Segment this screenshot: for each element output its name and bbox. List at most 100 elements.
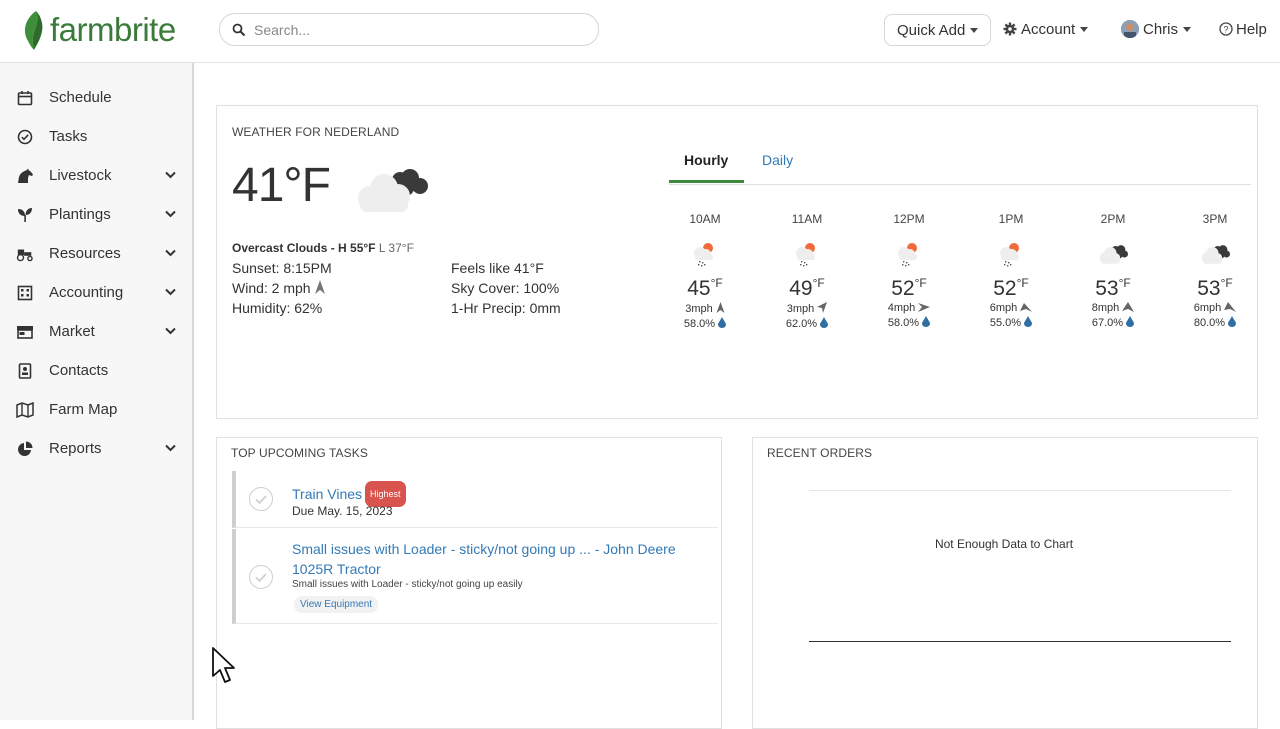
help-link[interactable]: ? Help — [1219, 14, 1267, 44]
sidebar-item-contacts[interactable]: Contacts — [0, 351, 192, 390]
task-title-link[interactable]: Train Vines — [292, 486, 362, 502]
hour-precip-value: 55.0% — [989, 317, 1022, 329]
sidebar-item-schedule[interactable]: Schedule — [0, 78, 192, 117]
quick-add-button[interactable]: Quick Add — [884, 14, 992, 46]
chevron-down-icon — [165, 327, 176, 335]
gear-icon — [1003, 22, 1017, 36]
weather-summary: Overcast Clouds - H 55°F L 37°F — [232, 241, 414, 255]
hourly-forecast-item: 12PM 52°F 4mph 58.0% — [869, 212, 949, 329]
task-complete-checkbox[interactable] — [249, 565, 273, 589]
tab-daily[interactable]: Daily — [762, 152, 793, 168]
overcast-clouds-icon — [358, 169, 428, 212]
overcast-clouds-icon — [1099, 245, 1128, 264]
hour-time: 2PM — [1100, 212, 1126, 226]
hour-wind-value: 3mph — [685, 303, 713, 315]
hour-wind: 6mph — [971, 302, 1051, 314]
hour-temp-unit: °F — [914, 276, 927, 290]
sidebar-item-tasks[interactable]: Tasks — [0, 117, 192, 156]
logo-text: farmbrite — [50, 11, 176, 48]
wind-direction-icon — [1020, 303, 1033, 312]
user-name: Chris — [1143, 20, 1179, 38]
task-complete-checkbox[interactable] — [249, 487, 273, 511]
sidebar-item-farm-map[interactable]: Farm Map — [0, 390, 192, 429]
wind-text: Wind: 2 mph — [232, 280, 326, 296]
sidebar-item-label: Tasks — [49, 128, 88, 145]
wind-direction-icon — [315, 280, 326, 294]
chevron-down-icon — [165, 288, 176, 296]
hour-wind-value: 6mph — [989, 302, 1018, 314]
calendar-icon — [16, 89, 34, 107]
hourly-forecast-item: 1PM 52°F 6mph 55.0% — [971, 212, 1051, 329]
orders-chart-area: Not Enough Data to Chart — [809, 490, 1231, 642]
hour-time: 1PM — [998, 212, 1024, 226]
hour-temp-value: 53 — [1197, 277, 1221, 300]
account-menu[interactable]: Account — [1003, 14, 1089, 44]
hour-temperature: 45°F — [665, 276, 745, 301]
hour-precip: 67.0% — [1073, 316, 1153, 329]
sky-cover-text: Sky Cover: 100% — [451, 280, 560, 296]
hour-precip: 58.0% — [869, 316, 949, 329]
sidebar-item-livestock[interactable]: Livestock — [0, 156, 192, 195]
hour-temp-value: 53 — [1095, 277, 1119, 300]
hour-time: 11AM — [791, 212, 823, 226]
view-equipment-link[interactable]: View Equipment — [294, 596, 379, 613]
hour-temperature: 49°F — [767, 276, 847, 301]
search-box[interactable] — [219, 13, 599, 46]
overcast-clouds-icon — [1201, 245, 1230, 264]
hour-wind: 4mph — [869, 302, 949, 314]
sidebar-item-resources[interactable]: Resources — [0, 234, 192, 273]
wind-direction-icon — [1122, 302, 1135, 312]
caret-down-icon — [970, 27, 979, 33]
hour-temp-value: 45 — [687, 277, 711, 300]
seedling-icon — [16, 206, 34, 224]
hourly-forecast-item: 3PM 53°F 6mph 80.0% — [1175, 212, 1255, 329]
store-icon — [16, 323, 34, 341]
task-item: Train Vines Highest Due May. 15, 2023 — [232, 471, 718, 528]
water-drop-icon — [1228, 316, 1237, 327]
hour-temp-unit: °F — [1016, 276, 1029, 290]
wind-value: Wind: 2 mph — [232, 280, 311, 296]
building-icon — [16, 284, 34, 302]
sidebar-item-plantings[interactable]: Plantings — [0, 195, 192, 234]
question-circle-icon: ? — [1219, 22, 1233, 36]
task-title-link[interactable]: Small issues with Loader - sticky/not go… — [292, 539, 702, 579]
hour-temp-unit: °F — [812, 276, 825, 290]
hour-temp-unit: °F — [1118, 276, 1131, 290]
search-input[interactable] — [252, 20, 576, 39]
sidebar-item-reports[interactable]: Reports — [0, 429, 192, 468]
leaf-logo-icon — [24, 11, 43, 50]
wind-direction-icon — [716, 302, 725, 313]
hour-time: 12PM — [893, 212, 925, 226]
rain-sun-icon — [796, 243, 815, 267]
chevron-down-icon — [165, 249, 176, 257]
water-drop-icon — [922, 316, 931, 327]
hour-wind-value: 3mph — [786, 303, 815, 315]
hour-wind-value: 6mph — [1193, 302, 1222, 314]
rain-sun-icon — [898, 243, 917, 267]
hour-temperature: 52°F — [971, 276, 1051, 301]
svg-text:?: ? — [1223, 25, 1228, 35]
sidebar-item-label: Farm Map — [49, 401, 118, 418]
upcoming-tasks-card: TOP UPCOMING TASKS Train Vines Highest Du… — [216, 437, 722, 729]
farmbrite-logo[interactable]: farmbrite — [22, 8, 176, 52]
recent-orders-card: RECENT ORDERS Not Enough Data to Chart — [752, 437, 1258, 729]
wind-direction-icon — [817, 302, 828, 313]
task-due-date: Due May. 15, 2023 — [292, 504, 393, 518]
chevron-down-icon — [165, 444, 176, 452]
wind-direction-icon — [1224, 302, 1237, 312]
tab-hourly[interactable]: Hourly — [684, 152, 728, 168]
sidebar-item-label: Contacts — [49, 362, 109, 379]
hour-temperature: 53°F — [1175, 276, 1255, 301]
water-drop-icon — [1024, 316, 1033, 327]
search-icon — [232, 23, 246, 36]
hourly-forecast-item: 2PM 53°F 8mph 67.0% — [1073, 212, 1153, 329]
sidebar-item-market[interactable]: Market — [0, 312, 192, 351]
sidebar-item-accounting[interactable]: Accounting — [0, 273, 192, 312]
hour-temp-value: 52 — [891, 277, 915, 300]
avatar — [1121, 20, 1139, 38]
hour-wind: 6mph — [1175, 302, 1255, 314]
hour-precip-value: 80.0% — [1193, 317, 1226, 329]
sidebar-item-label: Market — [49, 323, 95, 340]
hour-temperature: 53°F — [1073, 276, 1153, 301]
user-menu[interactable]: Chris — [1121, 14, 1192, 44]
